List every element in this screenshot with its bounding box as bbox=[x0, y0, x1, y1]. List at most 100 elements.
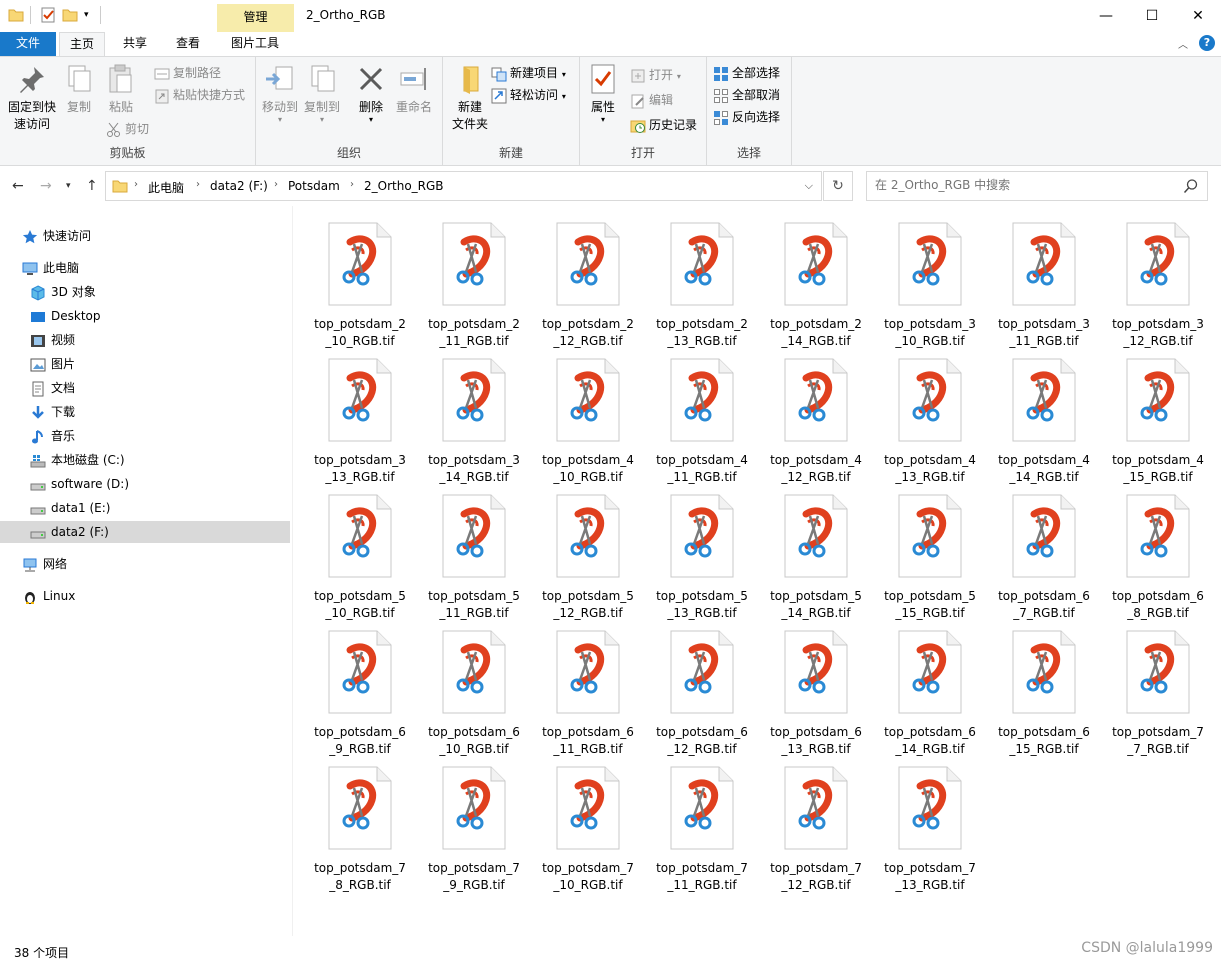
new-folder-icon[interactable] bbox=[62, 7, 78, 23]
minimize-button[interactable]: — bbox=[1083, 0, 1129, 32]
file-item[interactable]: top_potsdam_4 _11_RGB.tif bbox=[649, 348, 755, 484]
nav-videos[interactable]: 视频 bbox=[30, 329, 75, 351]
breadcrumb-chevron-icon[interactable]: › bbox=[274, 179, 278, 190]
breadcrumb-data2[interactable]: data2 (F:) bbox=[210, 179, 268, 193]
file-item[interactable]: top_potsdam_2 _10_RGB.tif bbox=[307, 212, 413, 348]
new-item-button[interactable]: 新建项目 ▾ bbox=[491, 63, 566, 83]
up-arrow-icon[interactable]: ↑ bbox=[86, 178, 98, 194]
breadcrumb-chevron-icon[interactable]: › bbox=[350, 179, 354, 190]
file-item[interactable]: top_potsdam_5 _12_RGB.tif bbox=[535, 484, 641, 620]
search-box[interactable] bbox=[866, 171, 1208, 201]
file-item[interactable]: top_potsdam_3 _14_RGB.tif bbox=[421, 348, 527, 484]
nav-this-pc[interactable]: 此电脑 bbox=[22, 257, 79, 279]
file-item[interactable]: top_potsdam_3 _10_RGB.tif bbox=[877, 212, 983, 348]
address-dropdown-icon[interactable]: ⌵ bbox=[805, 179, 813, 193]
file-item[interactable]: top_potsdam_2 _13_RGB.tif bbox=[649, 212, 755, 348]
file-item[interactable]: top_potsdam_6 _10_RGB.tif bbox=[421, 620, 527, 756]
open-button[interactable]: 打开 ▾ bbox=[630, 65, 681, 85]
breadcrumb-chevron-icon[interactable]: › bbox=[134, 179, 138, 190]
move-to-button[interactable]: 移动到 ▾ bbox=[260, 63, 300, 124]
file-item[interactable]: top_potsdam_3 _12_RGB.tif bbox=[1105, 212, 1211, 348]
select-all-button[interactable]: 全部选择 bbox=[713, 63, 780, 83]
back-arrow-icon[interactable]: ← bbox=[12, 178, 24, 194]
file-item[interactable]: top_potsdam_6 _12_RGB.tif bbox=[649, 620, 755, 756]
edit-button[interactable]: 编辑 bbox=[630, 90, 673, 110]
nav-downloads[interactable]: 下载 bbox=[30, 401, 75, 423]
nav-documents[interactable]: 文档 bbox=[30, 377, 75, 399]
forward-arrow-icon[interactable]: → bbox=[40, 178, 52, 194]
file-item[interactable]: top_potsdam_5 _11_RGB.tif bbox=[421, 484, 527, 620]
collapse-ribbon-icon[interactable]: ︿ bbox=[1178, 36, 1188, 51]
file-item[interactable]: top_potsdam_5 _10_RGB.tif bbox=[307, 484, 413, 620]
tab-manage[interactable]: 管理 bbox=[217, 4, 294, 32]
nav-drive-e[interactable]: data1 (E:) bbox=[30, 497, 110, 519]
copy-to-button[interactable]: 复制到 ▾ bbox=[302, 63, 342, 124]
nav-music[interactable]: 音乐 bbox=[30, 425, 75, 447]
close-button[interactable]: ✕ bbox=[1175, 0, 1221, 32]
pin-quick-access-button[interactable]: 固定到快 速访问 bbox=[6, 63, 58, 133]
nav-drive-d[interactable]: software (D:) bbox=[30, 473, 129, 495]
file-item[interactable]: top_potsdam_4 _12_RGB.tif bbox=[763, 348, 869, 484]
file-item[interactable]: top_potsdam_6 _8_RGB.tif bbox=[1105, 484, 1211, 620]
nav-linux[interactable]: Linux bbox=[22, 585, 75, 607]
file-item[interactable]: top_potsdam_3 _13_RGB.tif bbox=[307, 348, 413, 484]
maximize-button[interactable]: ☐ bbox=[1129, 0, 1175, 32]
nav-drive-f[interactable]: data2 (F:) bbox=[0, 521, 290, 543]
rename-button[interactable]: 重命名 bbox=[392, 63, 436, 116]
file-item[interactable]: top_potsdam_7 _12_RGB.tif bbox=[763, 756, 869, 892]
file-item[interactable]: top_potsdam_3 _11_RGB.tif bbox=[991, 212, 1097, 348]
select-none-button[interactable]: 全部取消 bbox=[713, 85, 780, 105]
delete-button[interactable]: 删除 ▾ bbox=[354, 63, 388, 124]
file-item[interactable]: top_potsdam_6 _13_RGB.tif bbox=[763, 620, 869, 756]
search-input[interactable] bbox=[875, 178, 1175, 192]
file-item[interactable]: top_potsdam_5 _13_RGB.tif bbox=[649, 484, 755, 620]
nav-3d-objects[interactable]: 3D 对象 bbox=[30, 281, 96, 303]
file-item[interactable]: top_potsdam_6 _15_RGB.tif bbox=[991, 620, 1097, 756]
refresh-button[interactable]: ↻ bbox=[823, 171, 853, 201]
help-icon[interactable]: ? bbox=[1199, 35, 1215, 51]
file-item[interactable]: top_potsdam_4 _13_RGB.tif bbox=[877, 348, 983, 484]
history-button[interactable]: 历史记录 bbox=[630, 115, 697, 135]
nav-network[interactable]: 网络 bbox=[22, 553, 67, 575]
recent-locations-icon[interactable]: ▾ bbox=[66, 181, 71, 191]
tab-view[interactable]: 查看 bbox=[165, 32, 211, 56]
nav-quick-access[interactable]: 快速访问 bbox=[22, 225, 91, 247]
file-item[interactable]: top_potsdam_7 _10_RGB.tif bbox=[535, 756, 641, 892]
breadcrumb-current[interactable]: 2_Ortho_RGB bbox=[364, 179, 444, 193]
file-item[interactable]: top_potsdam_6 _7_RGB.tif bbox=[991, 484, 1097, 620]
copy-button[interactable]: 复制 bbox=[62, 63, 96, 116]
file-item[interactable]: top_potsdam_2 _12_RGB.tif bbox=[535, 212, 641, 348]
breadcrumb-potsdam[interactable]: Potsdam bbox=[288, 179, 340, 193]
file-item[interactable]: top_potsdam_7 _9_RGB.tif bbox=[421, 756, 527, 892]
nav-drive-c[interactable]: 本地磁盘 (C:) bbox=[30, 449, 125, 471]
easy-access-button[interactable]: 轻松访问 ▾ bbox=[491, 85, 566, 105]
file-item[interactable]: top_potsdam_5 _15_RGB.tif bbox=[877, 484, 983, 620]
file-item[interactable]: top_potsdam_5 _14_RGB.tif bbox=[763, 484, 869, 620]
file-item[interactable]: top_potsdam_6 _9_RGB.tif bbox=[307, 620, 413, 756]
nav-desktop[interactable]: Desktop bbox=[30, 305, 101, 327]
file-item[interactable]: top_potsdam_4 _15_RGB.tif bbox=[1105, 348, 1211, 484]
file-item[interactable]: top_potsdam_2 _11_RGB.tif bbox=[421, 212, 527, 348]
cut-button[interactable]: 剪切 bbox=[106, 119, 149, 139]
file-item[interactable]: top_potsdam_7 _8_RGB.tif bbox=[307, 756, 413, 892]
search-icon[interactable] bbox=[1183, 178, 1199, 194]
properties-button[interactable]: 属性 ▾ bbox=[588, 63, 618, 124]
properties-check-icon[interactable] bbox=[40, 7, 56, 23]
file-item[interactable]: top_potsdam_7 _11_RGB.tif bbox=[649, 756, 755, 892]
breadcrumb-this-pc[interactable]: 此电脑 bbox=[148, 179, 184, 196]
nav-pictures[interactable]: 图片 bbox=[30, 353, 75, 375]
file-item[interactable]: top_potsdam_4 _10_RGB.tif bbox=[535, 348, 641, 484]
qat-dropdown-icon[interactable]: ▾ bbox=[84, 7, 100, 23]
paste-button[interactable]: 粘贴 bbox=[102, 63, 140, 116]
file-item[interactable]: top_potsdam_6 _14_RGB.tif bbox=[877, 620, 983, 756]
file-item[interactable]: top_potsdam_4 _14_RGB.tif bbox=[991, 348, 1097, 484]
tab-home[interactable]: 主页 bbox=[59, 32, 105, 56]
new-folder-button[interactable]: 新建 文件夹 bbox=[447, 63, 493, 133]
invert-selection-button[interactable]: 反向选择 bbox=[713, 107, 780, 127]
file-item[interactable]: top_potsdam_2 _14_RGB.tif bbox=[763, 212, 869, 348]
tab-share[interactable]: 共享 bbox=[113, 32, 157, 56]
paste-shortcut-button[interactable]: 粘贴快捷方式 bbox=[154, 85, 245, 105]
file-item[interactable]: top_potsdam_6 _11_RGB.tif bbox=[535, 620, 641, 756]
address-bar[interactable]: › 此电脑 › data2 (F:) › Potsdam › 2_Ortho_R… bbox=[105, 171, 822, 201]
file-item[interactable]: top_potsdam_7 _13_RGB.tif bbox=[877, 756, 983, 892]
